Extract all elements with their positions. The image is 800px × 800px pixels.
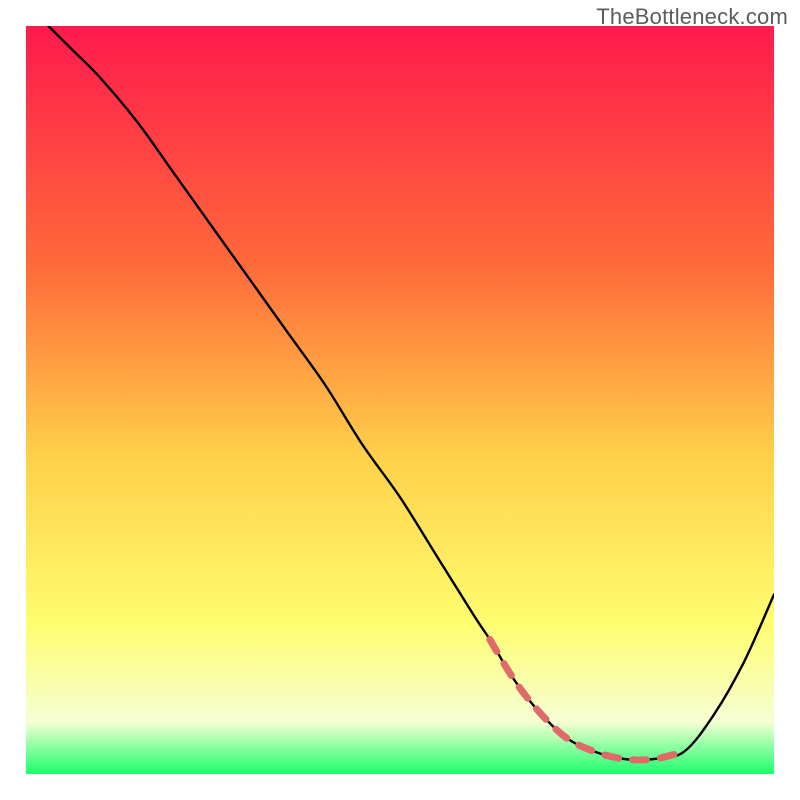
- plot-background: [26, 26, 774, 774]
- chart-stage: TheBottleneck.com: [0, 0, 800, 800]
- chart-svg: [0, 0, 800, 800]
- watermark-text: TheBottleneck.com: [596, 4, 788, 30]
